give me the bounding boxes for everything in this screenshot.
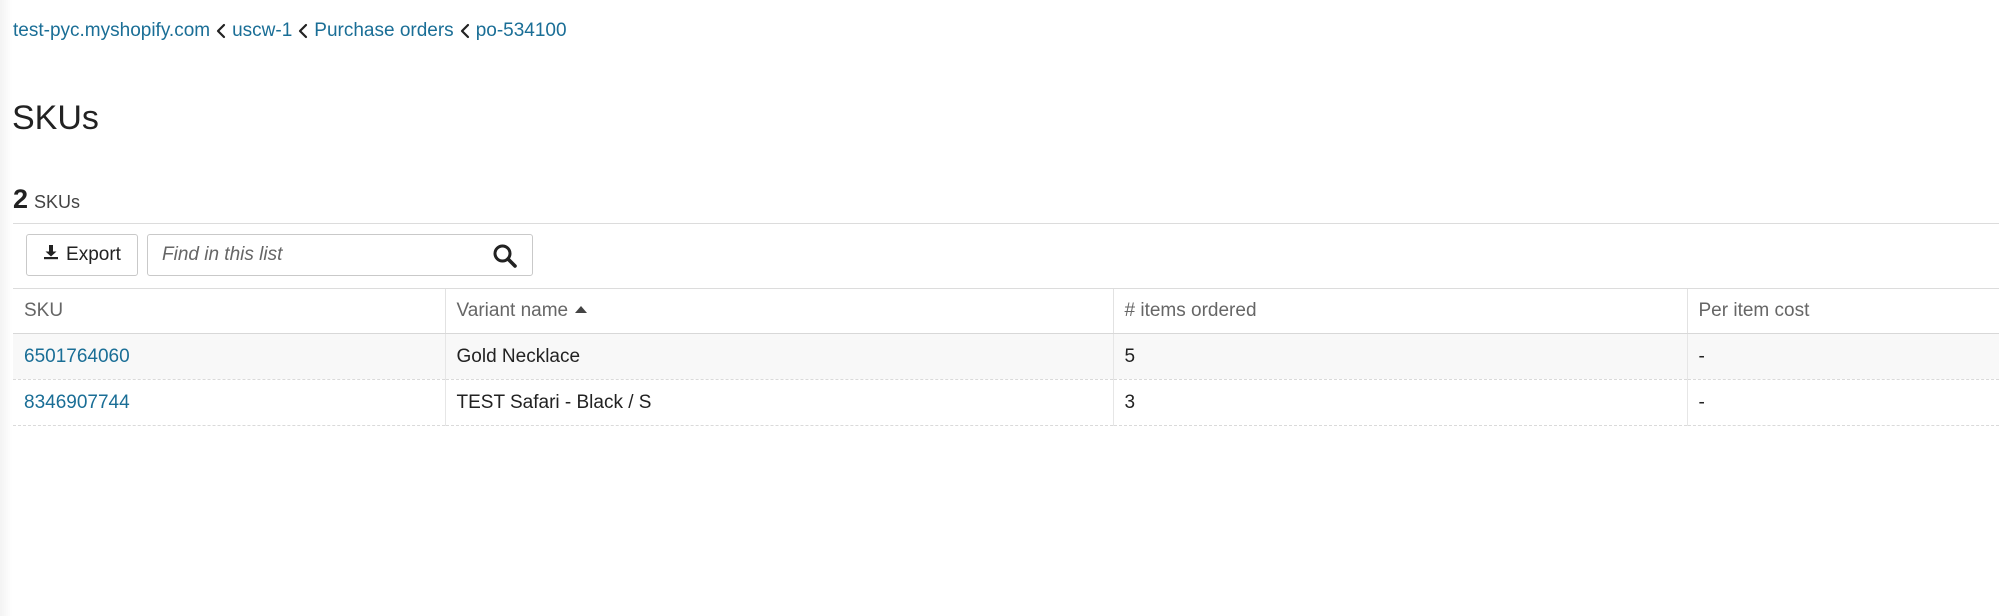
cell-variant-name: TEST Safari - Black / S (445, 379, 1114, 426)
cell-items-ordered: 5 (1113, 333, 1688, 380)
export-label: Export (66, 244, 121, 265)
cell-per-item-cost: - (1687, 333, 1999, 380)
divider (13, 223, 1999, 224)
cell-per-item-cost: - (1687, 379, 1999, 426)
page: test-pyc.myshopify.com uscw-1 Purchase o… (0, 0, 1999, 616)
sku-link[interactable]: 8346907744 (24, 392, 130, 413)
column-header-sku[interactable]: SKU (13, 289, 446, 334)
sku-table: SKU Variant name # items ordered Per ite… (13, 289, 1999, 426)
export-button[interactable]: Export (26, 234, 138, 276)
column-header-variant-name[interactable]: Variant name (445, 289, 1114, 334)
table-header-row: SKU Variant name # items ordered Per ite… (13, 289, 1999, 334)
cell-items-ordered: 3 (1113, 379, 1688, 426)
search-box (147, 234, 533, 276)
breadcrumb-purchase-order[interactable]: po-534100 (476, 20, 567, 42)
cell-sku: 6501764060 (13, 333, 446, 380)
breadcrumb-warehouse[interactable]: uscw-1 (232, 20, 292, 42)
page-title: SKUs (12, 99, 99, 137)
cell-sku: 8346907744 (13, 379, 446, 426)
result-count: 2 SKUs (13, 186, 80, 213)
chevron-left-icon (455, 21, 475, 41)
table-row: 8346907744 TEST Safari - Black / S 3 - (13, 379, 1999, 426)
download-icon (43, 244, 59, 266)
breadcrumb: test-pyc.myshopify.com uscw-1 Purchase o… (13, 20, 567, 42)
chevron-left-icon (293, 21, 313, 41)
sku-link[interactable]: 6501764060 (24, 346, 130, 367)
search-input[interactable] (162, 235, 462, 275)
chevron-left-icon (211, 21, 231, 41)
left-edge-shadow (0, 0, 12, 616)
column-header-items-ordered[interactable]: # items ordered (1113, 289, 1688, 334)
cell-variant-name: Gold Necklace (445, 333, 1114, 380)
breadcrumb-shop[interactable]: test-pyc.myshopify.com (13, 20, 210, 42)
table-row: 6501764060 Gold Necklace 5 - (13, 333, 1999, 380)
breadcrumb-purchase-orders[interactable]: Purchase orders (314, 20, 453, 42)
result-count-number: 2 (13, 184, 29, 214)
search-icon[interactable] (492, 243, 518, 269)
result-count-unit: SKUs (34, 192, 81, 212)
column-header-per-item-cost[interactable]: Per item cost (1687, 289, 1999, 334)
sort-ascending-icon (575, 306, 588, 313)
